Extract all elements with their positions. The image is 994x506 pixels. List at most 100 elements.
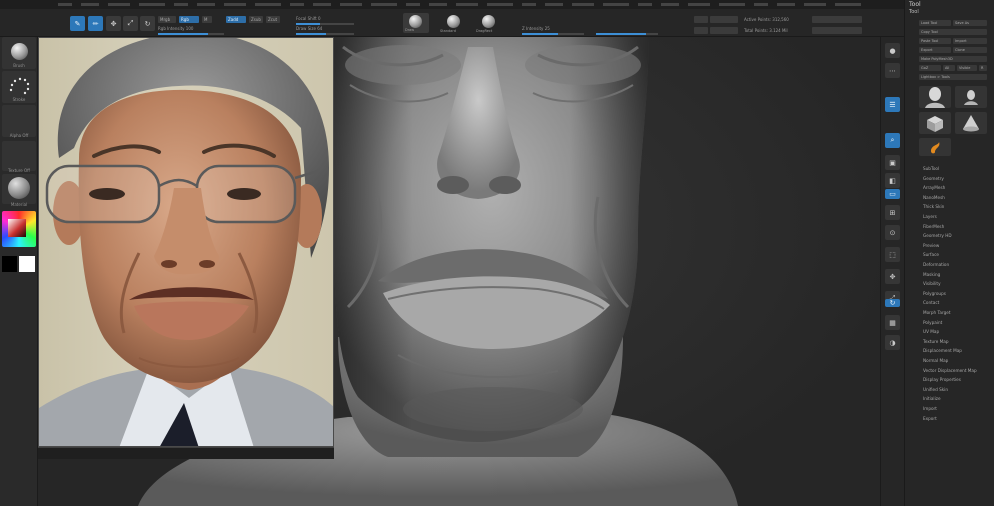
scale-button[interactable]: ⤢ <box>123 16 138 31</box>
rotate-button[interactable]: ↻ <box>140 16 155 31</box>
actual-button[interactable]: ▣ <box>885 155 900 170</box>
texture-tile[interactable] <box>2 141 36 171</box>
copy-tool-button[interactable]: Copy Tool <box>919 29 987 35</box>
lightbox-button[interactable] <box>694 16 708 23</box>
subpalette-item[interactable]: NanoMesh <box>923 195 945 200</box>
import-tool-button[interactable]: Import <box>953 38 987 44</box>
edit-button[interactable]: ✎ <box>70 16 85 31</box>
load-tool-button[interactable]: Load Tool <box>919 20 951 26</box>
subpalette-item[interactable]: Contact <box>923 300 939 305</box>
menu-item[interactable] <box>290 3 304 6</box>
goz-all-button[interactable]: All <box>943 65 955 71</box>
m-toggle[interactable]: M <box>202 16 212 23</box>
zremesh-button[interactable] <box>694 27 708 34</box>
lightbox-tools-button[interactable]: Lightbox > Tools <box>919 74 987 80</box>
rgb-intensity-slider[interactable] <box>158 33 224 35</box>
goz-r-button[interactable]: R <box>979 65 987 71</box>
secondary-color-swatch[interactable] <box>2 256 17 272</box>
main-color-swatch[interactable] <box>19 256 35 272</box>
menu-item[interactable] <box>81 3 99 6</box>
menu-item[interactable] <box>224 3 246 6</box>
subpalette-item[interactable]: Geometry HD <box>923 233 952 238</box>
floor-button[interactable]: ⊞ <box>885 205 900 220</box>
spix-button[interactable]: ⋯ <box>885 63 900 78</box>
cube-tool-thumbnail[interactable] <box>919 112 951 134</box>
paste-tool-button[interactable]: Paste Tool <box>919 38 951 44</box>
current-tool-thumbnail[interactable] <box>919 86 951 108</box>
menu-item[interactable] <box>688 3 710 6</box>
material-tile[interactable] <box>2 174 36 204</box>
subpalette-item[interactable]: Export <box>923 416 937 421</box>
default-material-button[interactable] <box>812 27 862 34</box>
save-as-button[interactable]: Save As <box>953 20 987 26</box>
z-intensity-slider[interactable] <box>522 33 584 35</box>
dragrect-stroke-icon[interactable] <box>482 15 495 28</box>
subpalette-item[interactable]: Import <box>923 406 937 411</box>
subpalette-item[interactable]: Display Properties <box>923 377 961 382</box>
menu-item[interactable] <box>603 3 629 6</box>
aahalf-button[interactable]: ◧ <box>885 173 900 188</box>
subpalette-item[interactable]: Visibility <box>923 281 941 286</box>
subpalette-item[interactable]: UV Map <box>923 329 939 334</box>
zadd-toggle[interactable]: Zadd <box>226 16 246 23</box>
menu-item[interactable] <box>572 3 594 6</box>
menu-item[interactable] <box>638 3 652 6</box>
local-button[interactable]: ⊙ <box>885 225 900 240</box>
menu-item[interactable] <box>522 3 536 6</box>
zcut-toggle[interactable]: Zcut <box>266 16 280 23</box>
menu-item[interactable] <box>406 3 420 6</box>
menu-item[interactable] <box>429 3 447 6</box>
subpalette-item[interactable]: SubTool <box>923 166 939 171</box>
menu-item[interactable] <box>661 3 679 6</box>
move-button[interactable]: ✥ <box>106 16 121 31</box>
menu-item[interactable] <box>108 3 130 6</box>
color-square[interactable] <box>8 219 26 237</box>
goz-visible-button[interactable]: Visible <box>957 65 977 71</box>
scroll-button[interactable]: ☰ <box>885 97 900 112</box>
make-polymesh-button[interactable]: Make PolyMesh3D <box>919 56 987 62</box>
rgb-toggle[interactable]: Rgb <box>179 16 199 23</box>
subpalette-item[interactable]: Layers <box>923 214 937 219</box>
menu-item[interactable] <box>777 3 795 6</box>
menu-item[interactable] <box>835 3 861 6</box>
subpalette-item[interactable]: Initialize <box>923 396 941 401</box>
zoom-button[interactable]: ⌕ <box>885 133 900 148</box>
subpalette-item[interactable]: Preview <box>923 243 939 248</box>
mrgb-toggle[interactable]: Mrgb <box>158 16 176 23</box>
subpalette-item[interactable]: FiberMesh <box>923 224 944 229</box>
menu-item[interactable] <box>197 3 215 6</box>
menu-item[interactable] <box>371 3 397 6</box>
brush-button[interactable]: Draw <box>403 13 429 33</box>
subpalette-item[interactable]: ArrayMesh <box>923 185 945 190</box>
subpalette-item[interactable]: Normal Map <box>923 358 948 363</box>
menu-item[interactable] <box>719 3 745 6</box>
standard-brush-icon[interactable] <box>447 15 460 28</box>
head-tool-thumbnail[interactable] <box>955 86 987 108</box>
menu-item[interactable] <box>487 3 513 6</box>
subpalette-item[interactable]: Polypaint <box>923 320 942 325</box>
subpalette-item[interactable]: Morph Target <box>923 310 951 315</box>
menu-item[interactable] <box>545 3 563 6</box>
simplebrush-tool-thumbnail[interactable] <box>919 138 951 156</box>
transp-button[interactable]: ◑ <box>885 335 900 350</box>
quick-save-button[interactable] <box>812 16 862 23</box>
menu-item[interactable] <box>58 3 72 6</box>
color-picker[interactable] <box>2 211 36 247</box>
zmodel-button[interactable] <box>710 16 738 23</box>
subpalette-item[interactable]: Unified Skin <box>923 387 948 392</box>
subpalette-item[interactable]: Deformation <box>923 262 949 267</box>
menu-item[interactable] <box>456 3 478 6</box>
menu-item[interactable] <box>804 3 826 6</box>
menu-item[interactable] <box>340 3 362 6</box>
menu-item[interactable] <box>255 3 281 6</box>
subpalette-item[interactable]: Texture Map <box>923 339 949 344</box>
subpalette-item[interactable]: Surface <box>923 252 939 257</box>
persp-button[interactable]: ▭ <box>885 189 900 199</box>
menu-item[interactable] <box>754 3 768 6</box>
draw-size-slider[interactable] <box>296 33 354 35</box>
canvas-viewport[interactable] <box>38 37 880 506</box>
move-view-button[interactable]: ✥ <box>885 269 900 284</box>
subpalette-item[interactable]: Polygroups <box>923 291 946 296</box>
cone-tool-thumbnail[interactable] <box>955 112 987 134</box>
bpr-button[interactable]: ● <box>885 43 900 58</box>
